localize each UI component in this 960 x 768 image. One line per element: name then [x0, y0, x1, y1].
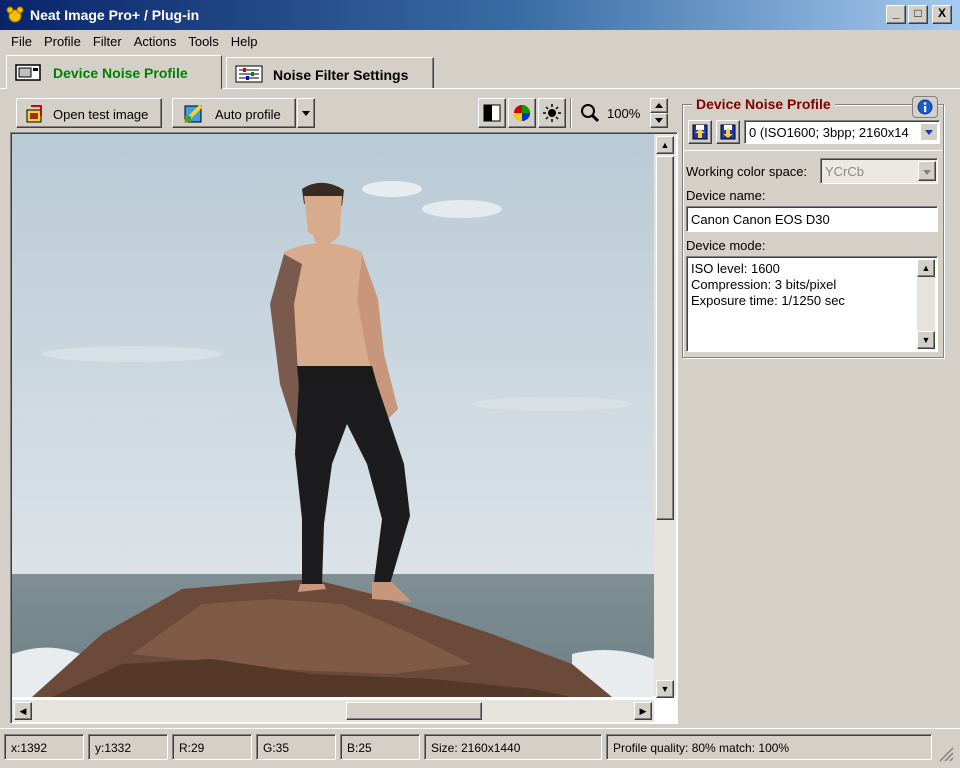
auto-profile-button[interactable]: Auto profile: [172, 98, 296, 128]
horizontal-scroll-thumb[interactable]: [346, 702, 482, 720]
resize-grip-icon[interactable]: [936, 744, 954, 762]
window-title: Neat Image Pro+ / Plug-in: [30, 7, 200, 23]
chevron-down-icon: [302, 111, 310, 116]
working-color-space-value: YCrCb: [825, 164, 865, 179]
scroll-up-button[interactable]: ▲: [656, 136, 674, 154]
camera-icon: [15, 64, 41, 81]
app-icon: [6, 6, 24, 23]
device-mode-scroll-down[interactable]: ▼: [917, 331, 935, 349]
color-wheel-icon: [514, 105, 530, 121]
tab-device-noise-profile[interactable]: Device Noise Profile: [6, 55, 222, 89]
save-profile-button[interactable]: [716, 120, 740, 144]
load-profile-button[interactable]: [688, 120, 712, 144]
device-mode-field[interactable]: ISO level: 1600 Compression: 3 bits/pixe…: [686, 256, 938, 352]
auto-profile-label: Auto profile: [215, 107, 281, 122]
zoom-out-button[interactable]: [650, 113, 668, 128]
sliders-icon: [235, 65, 263, 83]
horizontal-scrollbar[interactable]: [12, 700, 654, 722]
working-color-space-select[interactable]: YCrCb: [820, 158, 938, 184]
device-name-label: Device name:: [686, 188, 766, 203]
close-button[interactable]: X: [932, 5, 952, 24]
brightness-icon: [543, 104, 561, 122]
brightness-button[interactable]: [538, 98, 566, 128]
panel-divider: [684, 150, 942, 151]
test-image[interactable]: [12, 134, 654, 697]
auto-profile-dropdown[interactable]: [297, 98, 315, 128]
split-view-icon: [483, 104, 501, 122]
status-profile-quality: Profile quality: 80% match: 100%: [606, 734, 932, 760]
profile-select[interactable]: 0 (ISO1600; 3bpp; 2160x14: [744, 120, 940, 144]
maximize-button[interactable]: □: [908, 5, 928, 24]
view-mode-button[interactable]: [478, 98, 506, 128]
tab-device-label: Device Noise Profile: [53, 65, 188, 81]
chevron-up-icon: [655, 103, 663, 108]
device-name-field[interactable]: Canon Canon EOS D30: [686, 206, 938, 232]
toolbar-separator: [570, 98, 572, 128]
menu-help[interactable]: Help: [225, 30, 264, 49]
color-channels-button[interactable]: [508, 98, 536, 128]
menu-tools[interactable]: Tools: [182, 30, 224, 49]
open-test-image-label: Open test image: [53, 107, 149, 122]
menu-profile[interactable]: Profile: [38, 30, 87, 49]
profile-select-value: 0 (ISO1600; 3bpp; 2160x14: [749, 125, 909, 140]
status-r: R:29: [172, 734, 252, 760]
device-mode-label: Device mode:: [686, 238, 766, 253]
info-icon: [917, 99, 933, 115]
menu-bar: File Profile Filter Actions Tools Help: [0, 30, 960, 54]
zoom-level: 100%: [607, 106, 641, 121]
chevron-down-icon: [655, 118, 663, 123]
status-g: G:35: [256, 734, 336, 760]
info-button[interactable]: [912, 96, 938, 118]
device-name-value: Canon Canon EOS D30: [691, 212, 830, 227]
scroll-right-button[interactable]: ▶: [634, 702, 652, 720]
zoom-icon[interactable]: [580, 103, 600, 123]
device-mode-line: Exposure time: 1/1250 sec: [691, 293, 845, 308]
status-b: B:25: [340, 734, 420, 760]
working-color-space-label: Working color space:: [686, 164, 808, 179]
vertical-scroll-thumb[interactable]: [656, 156, 674, 520]
open-test-image-button[interactable]: Open test image: [16, 98, 162, 128]
zoom-in-button[interactable]: [650, 98, 668, 113]
device-mode-line: Compression: 3 bits/pixel: [691, 277, 837, 292]
scroll-down-button[interactable]: ▼: [656, 680, 674, 698]
color-space-dropdown[interactable]: [918, 161, 936, 181]
status-y: y:1332: [88, 734, 168, 760]
load-disk-icon: [692, 124, 708, 140]
status-size: Size: 2160x1440: [424, 734, 602, 760]
panel-title: Device Noise Profile: [692, 96, 835, 112]
scroll-left-button[interactable]: ◀: [14, 702, 32, 720]
menu-file[interactable]: File: [0, 30, 38, 49]
test-image-picture: [12, 134, 654, 697]
status-x: x:1392: [4, 734, 84, 760]
profile-select-dropdown[interactable]: [921, 124, 937, 140]
minimize-button[interactable]: _: [886, 5, 906, 24]
chevron-down-icon: [925, 130, 933, 135]
device-mode-scroll-up[interactable]: ▲: [917, 259, 935, 277]
tab-noise-label: Noise Filter Settings: [273, 67, 409, 83]
title-bar[interactable]: Neat Image Pro+ / Plug-in _ □ X: [0, 0, 960, 30]
menu-filter[interactable]: Filter: [87, 30, 128, 49]
chevron-down-icon: [923, 170, 931, 175]
menu-actions[interactable]: Actions: [128, 30, 183, 49]
auto-profile-icon: [183, 104, 203, 124]
save-disk-icon: [720, 124, 736, 140]
device-mode-line: ISO level: 1600: [691, 261, 780, 276]
tab-noise-filter-settings[interactable]: Noise Filter Settings: [226, 57, 434, 89]
open-image-icon: [26, 105, 42, 123]
